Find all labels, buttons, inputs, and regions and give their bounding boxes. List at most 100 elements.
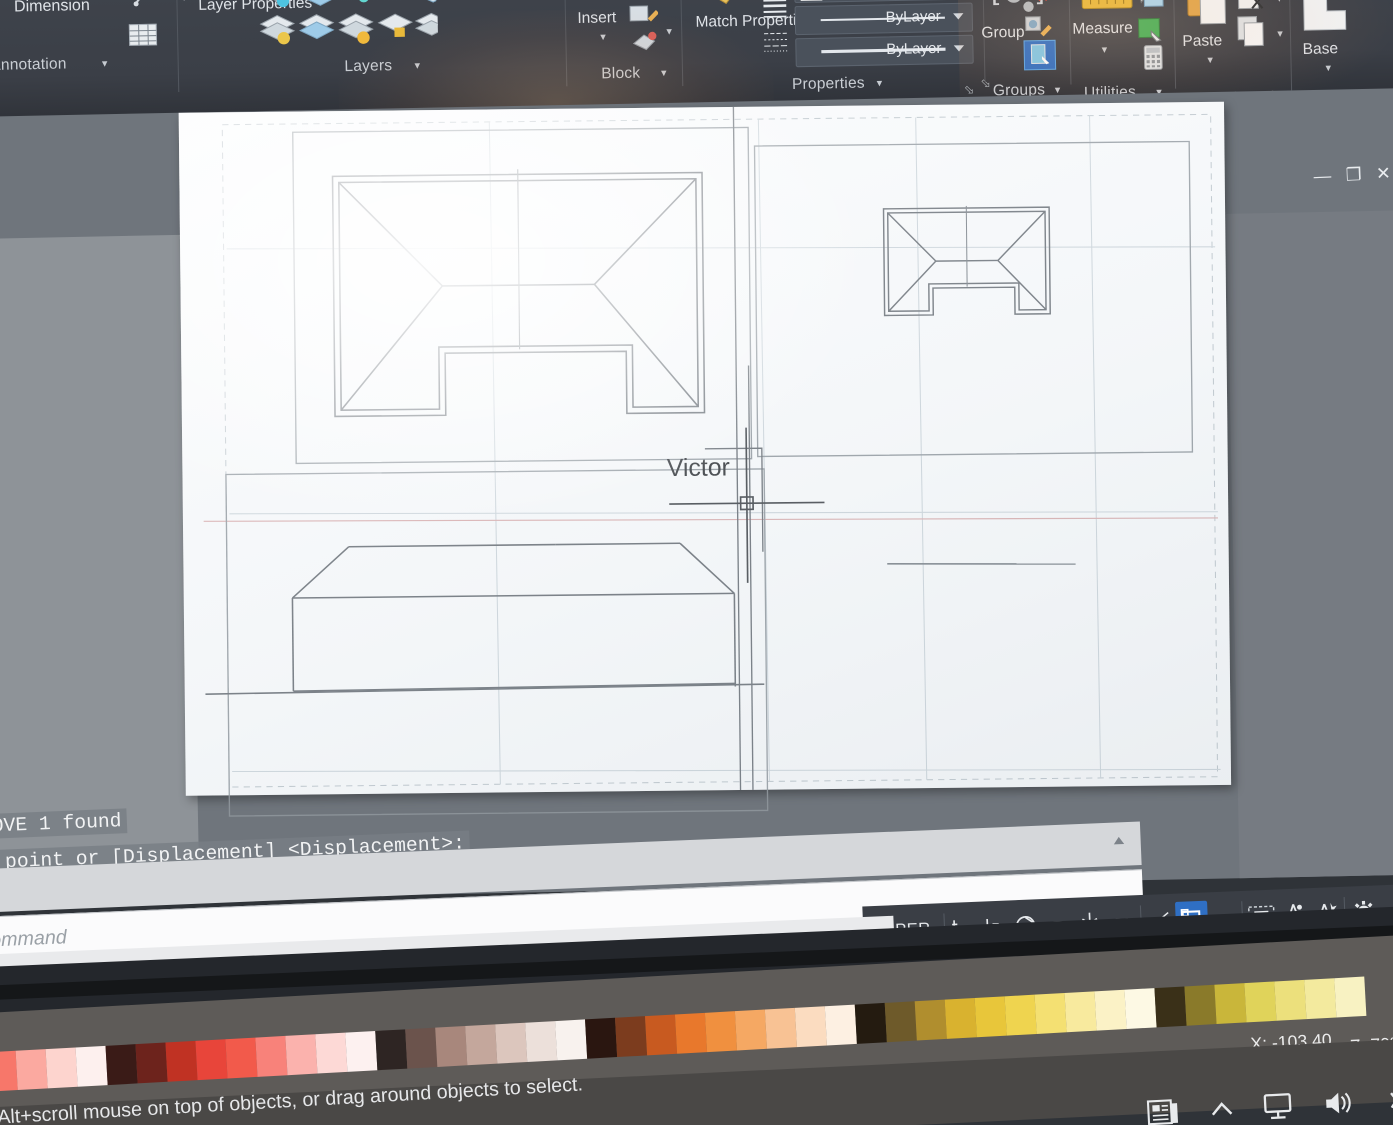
copy-dropdown-icon[interactable]: ▼ xyxy=(1275,28,1284,39)
chevron-down-icon[interactable] xyxy=(953,45,965,52)
color-swatch[interactable] xyxy=(555,1019,588,1061)
define-attributes-icon[interactable] xyxy=(629,26,661,56)
color-swatch[interactable] xyxy=(255,1035,288,1077)
color-swatch[interactable] xyxy=(944,997,977,1039)
groups-panel-dropdown-icon[interactable]: ▼ xyxy=(1053,85,1062,96)
color-swatch[interactable] xyxy=(165,1040,198,1082)
calculator-icon[interactable] xyxy=(1141,43,1166,72)
group-edit-icon[interactable] xyxy=(1022,12,1054,42)
color-swatch[interactable] xyxy=(1334,976,1367,1018)
lineweight-combo[interactable]: ByLayer xyxy=(795,34,974,68)
cut-icon[interactable] xyxy=(1235,0,1273,15)
color-swatch[interactable] xyxy=(525,1021,558,1062)
leader-dropdown-icon[interactable]: ▼ xyxy=(179,0,188,3)
color-swatch[interactable] xyxy=(824,1004,857,1046)
measure-ruler-icon[interactable] xyxy=(1080,0,1138,14)
color-swatch[interactable] xyxy=(1184,984,1217,1026)
layers-panel-dropdown-icon[interactable]: ▼ xyxy=(413,60,422,71)
color-swatch[interactable] xyxy=(614,1016,648,1058)
match-properties-icon[interactable] xyxy=(692,0,740,9)
color-swatch[interactable] xyxy=(1004,994,1037,1036)
color-swatch[interactable] xyxy=(854,1002,887,1044)
color-swatch[interactable] xyxy=(1124,988,1157,1030)
color-swatch[interactable] xyxy=(405,1027,438,1069)
color-swatch[interactable] xyxy=(75,1045,108,1087)
scroll-up-icon[interactable] xyxy=(1113,836,1125,845)
lineweight-list-icon[interactable] xyxy=(761,0,791,22)
color-swatch[interactable] xyxy=(285,1034,318,1076)
color-swatch[interactable] xyxy=(734,1009,768,1051)
copy-icon[interactable] xyxy=(1236,14,1274,50)
base-dropdown-icon[interactable]: ▼ xyxy=(1324,63,1333,74)
color-swatch[interactable] xyxy=(225,1037,258,1079)
cut-dropdown-icon[interactable]: ▼ xyxy=(1275,0,1284,4)
paper-layout-sheet[interactable]: Victor xyxy=(178,101,1234,817)
color-swatch[interactable] xyxy=(135,1042,168,1084)
group-button[interactable]: Group xyxy=(981,23,1025,41)
annotation-panel-dropdown-icon[interactable]: ▼ xyxy=(100,58,109,69)
groups-dialog-launcher-icon[interactable]: ⬂ xyxy=(964,82,975,97)
leader-icon[interactable] xyxy=(132,0,176,12)
color-swatch[interactable] xyxy=(974,996,1007,1038)
color-swatch[interactable] xyxy=(1214,983,1247,1025)
edit-attribute-icon[interactable] xyxy=(627,0,659,29)
base-button[interactable]: Base xyxy=(1302,40,1338,58)
chevron-down-icon[interactable] xyxy=(953,13,964,20)
minimize-icon[interactable]: — xyxy=(1313,166,1331,187)
layer-tools-row-2[interactable] xyxy=(256,8,439,53)
color-swatch[interactable] xyxy=(585,1017,618,1059)
drawing-text-annotation[interactable]: Victor xyxy=(667,454,730,484)
block-tools-dropdown-icon[interactable]: ▼ xyxy=(665,26,674,37)
color-swatch[interactable] xyxy=(495,1022,528,1064)
color-swatch[interactable] xyxy=(1304,978,1337,1020)
volume-icon[interactable] xyxy=(1321,1088,1356,1119)
color-swatch[interactable] xyxy=(1154,986,1187,1028)
bluetooth-icon[interactable] xyxy=(1381,1084,1393,1117)
color-swatch[interactable] xyxy=(195,1039,228,1081)
color-swatch[interactable] xyxy=(914,999,947,1041)
color-swatch[interactable] xyxy=(1274,979,1307,1021)
table-icon[interactable] xyxy=(126,20,160,50)
color-swatch[interactable] xyxy=(435,1026,468,1067)
insert-button[interactable]: Insert xyxy=(577,9,616,27)
close-icon[interactable]: ✕ xyxy=(1376,163,1392,184)
color-swatch[interactable] xyxy=(704,1011,738,1053)
linetype-combo[interactable]: ByLayer xyxy=(794,2,974,36)
network-icon[interactable] xyxy=(1261,1091,1296,1122)
measure-dropdown-icon[interactable]: ▼ xyxy=(1100,44,1109,55)
group-selection-on-off-icon[interactable] xyxy=(1023,39,1057,71)
properties-dialog-launcher-icon[interactable]: ⬂ xyxy=(980,76,991,91)
show-hidden-icons-chevron-icon[interactable] xyxy=(1208,1097,1236,1121)
measure-button[interactable]: Measure xyxy=(1072,19,1133,38)
color-swatch[interactable] xyxy=(345,1030,378,1072)
color-swatch[interactable] xyxy=(465,1024,498,1066)
dimension-button[interactable]: Dimension xyxy=(14,0,90,17)
paste-icon[interactable] xyxy=(1185,0,1234,28)
base-view-icon[interactable] xyxy=(1301,0,1354,34)
color-swatch[interactable] xyxy=(644,1014,678,1056)
quick-select-icon[interactable] xyxy=(1134,0,1168,15)
color-swatch[interactable] xyxy=(1034,993,1067,1034)
quick-calc-icon[interactable] xyxy=(1134,14,1168,46)
properties-panel-dropdown-icon[interactable]: ▼ xyxy=(875,78,884,89)
paste-dropdown-icon[interactable]: ▼ xyxy=(1205,55,1214,66)
color-swatch[interactable] xyxy=(794,1006,827,1048)
color-swatch[interactable] xyxy=(105,1044,138,1086)
window-controls[interactable]: — ❐ ✕ xyxy=(1313,163,1391,187)
linetype-list-icon[interactable] xyxy=(762,28,792,55)
cad-geometry[interactable] xyxy=(179,102,1231,817)
color-swatch[interactable] xyxy=(764,1007,797,1049)
insert-dropdown-icon[interactable]: ▼ xyxy=(598,32,607,43)
color-swatch[interactable] xyxy=(315,1032,348,1074)
color-swatch[interactable] xyxy=(1064,991,1097,1033)
block-panel-dropdown-icon[interactable]: ▼ xyxy=(659,68,668,79)
color-swatch[interactable] xyxy=(375,1029,408,1071)
color-swatch[interactable] xyxy=(1244,981,1277,1023)
color-swatch[interactable] xyxy=(1094,989,1127,1031)
maximize-icon[interactable]: ❐ xyxy=(1345,165,1362,186)
paste-button[interactable]: Paste xyxy=(1182,32,1222,50)
drawing-canvas[interactable]: Victor xyxy=(0,88,1393,904)
color-swatch[interactable] xyxy=(15,1049,48,1091)
color-swatch[interactable] xyxy=(45,1047,78,1089)
news-and-interests-icon[interactable] xyxy=(1146,1096,1183,1125)
